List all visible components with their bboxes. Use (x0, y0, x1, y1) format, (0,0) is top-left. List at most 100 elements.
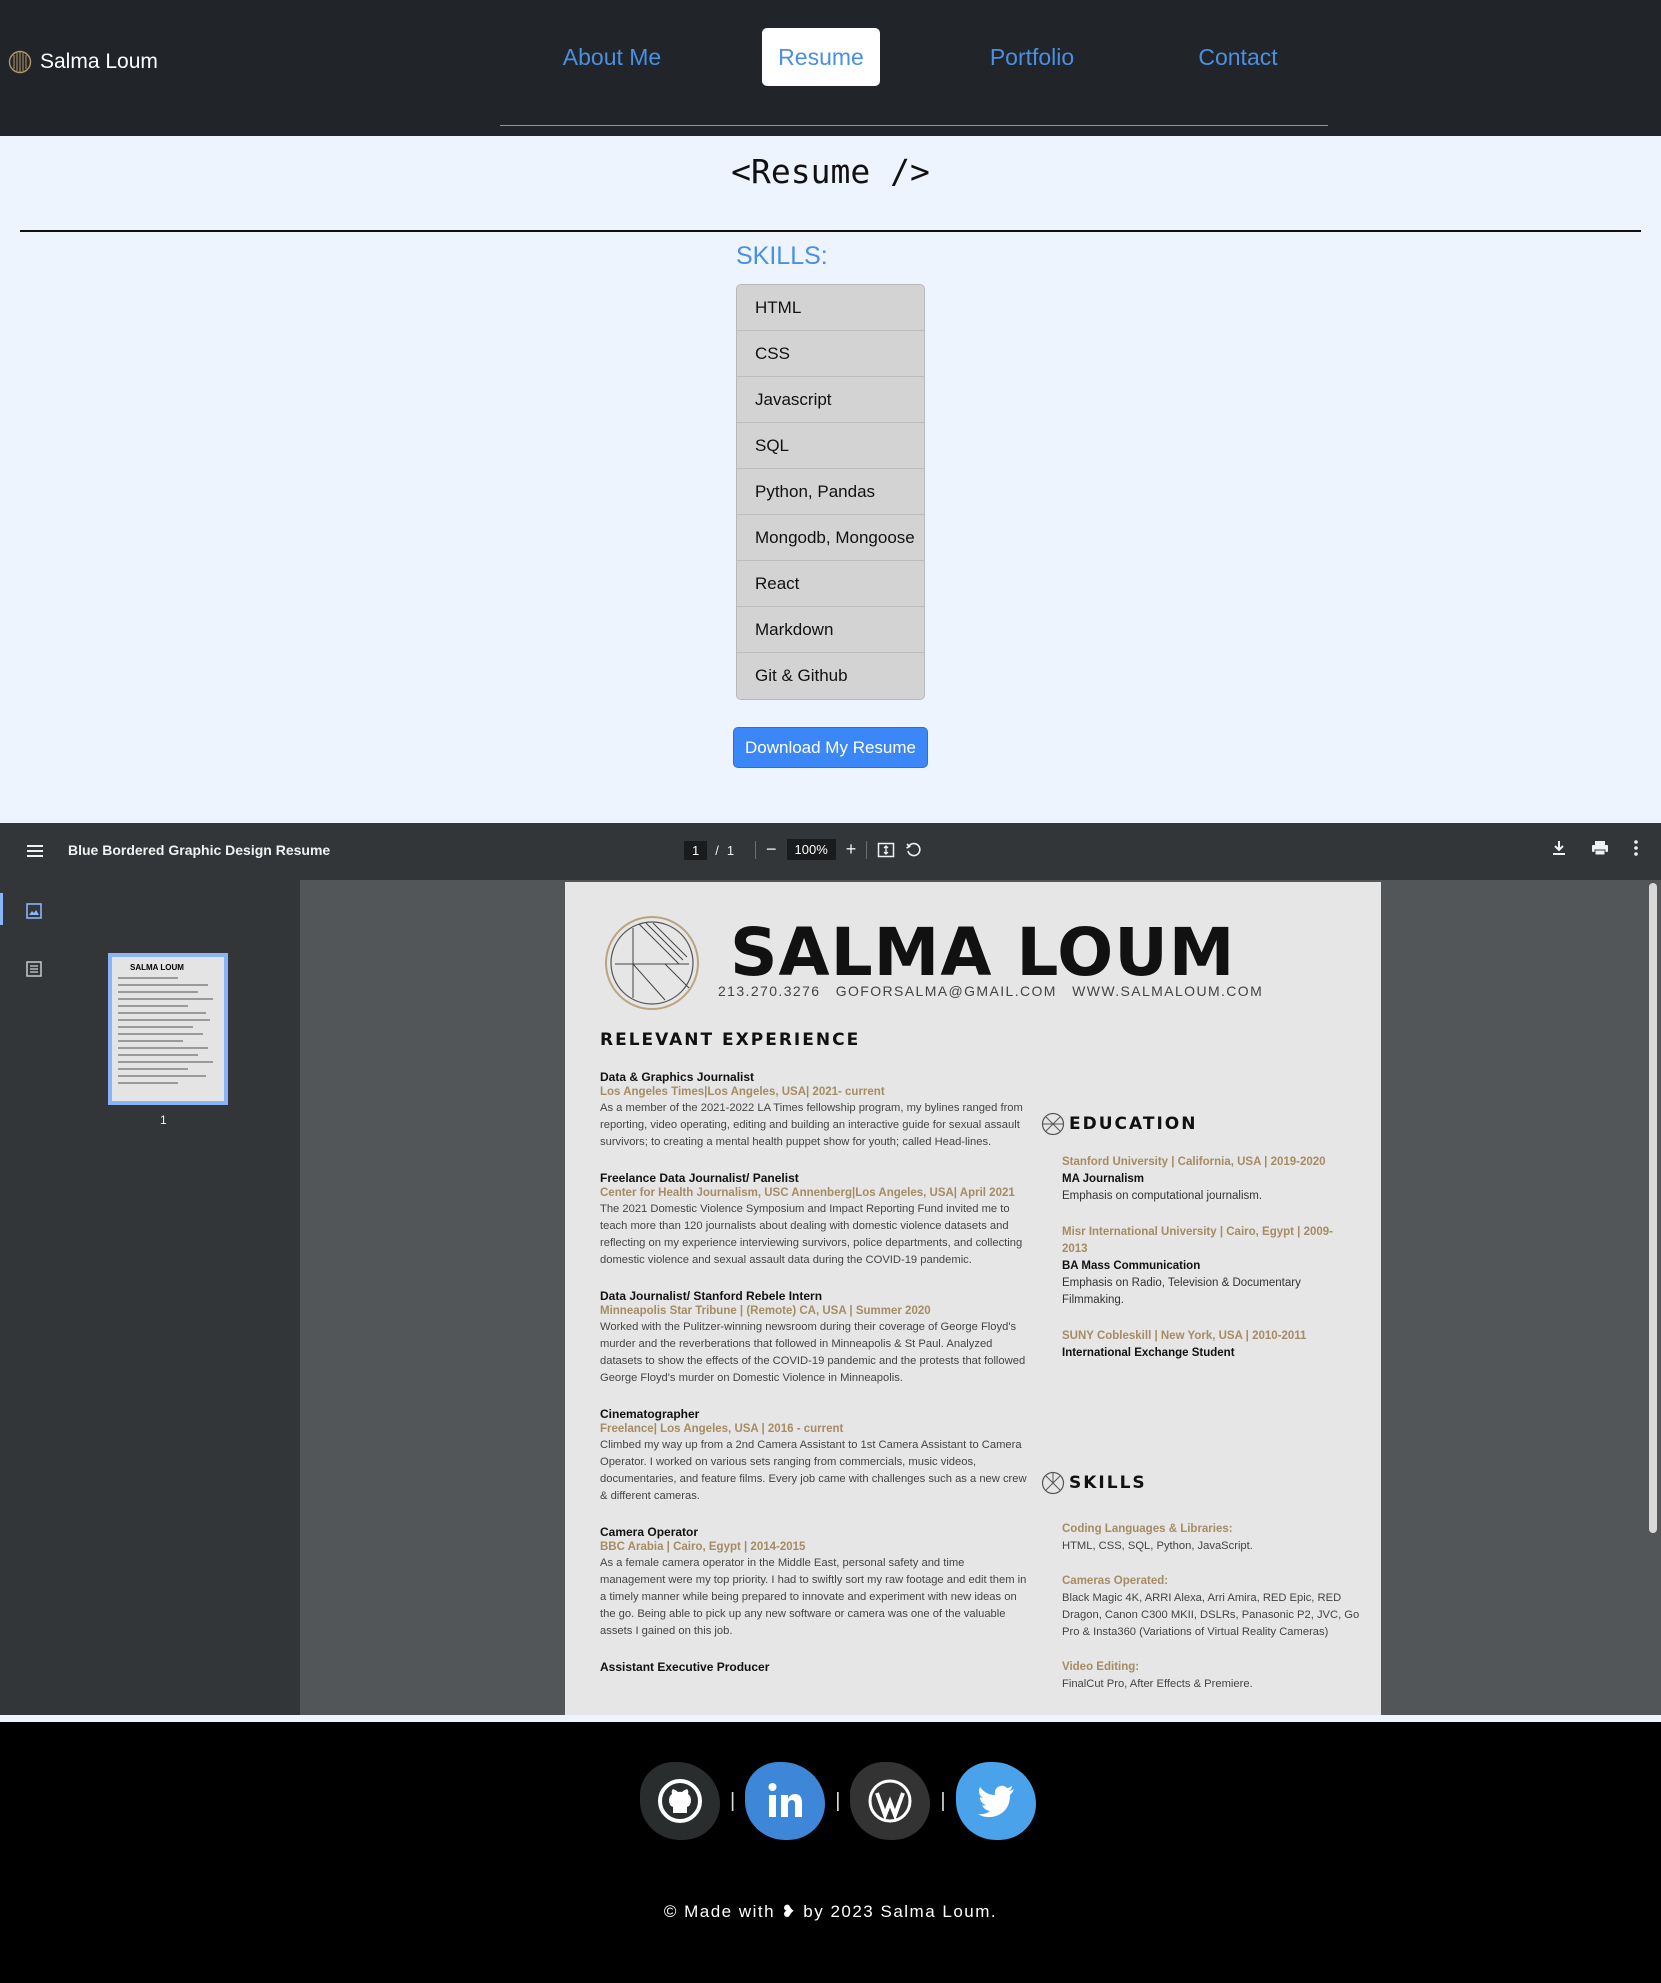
education-entry: Misr International University | Cairo, E… (1062, 1224, 1352, 1309)
skill-label: Cameras Operated: (1062, 1575, 1169, 1587)
github-glyph-icon (658, 1779, 702, 1823)
job-title: Assistant Executive Producer (600, 1660, 770, 1674)
education-heading-row: EDUCATION (1041, 1112, 1197, 1136)
rotate-icon[interactable] (905, 841, 923, 859)
job-title: Camera Operator (600, 1525, 699, 1539)
toolbar-separator (755, 840, 756, 859)
page-title: <Resume /> (731, 152, 930, 191)
pdf-viewer[interactable]: Blue Bordered Graphic Design Resume 1 / … (0, 823, 1661, 1715)
page-separator: / (715, 843, 719, 858)
wordpress-icon[interactable] (850, 1762, 931, 1840)
education-list: Stanford University | California, USA | … (1062, 1154, 1352, 1381)
title-divider (20, 230, 1641, 232)
site-header: Salma Loum About Me Resume Portfolio Con… (0, 0, 1661, 136)
copyright: © Made with ❥ by 2023 Salma Loum. (663, 1902, 998, 1921)
job-title: Data & Graphics Journalist (600, 1070, 755, 1084)
social-separator: | (730, 1789, 736, 1812)
nav-contact[interactable]: Contact (1180, 28, 1296, 86)
education-entry: SUNY Cobleskill | New York, USA | 2010-2… (1062, 1328, 1352, 1362)
more-vert-icon[interactable] (1633, 839, 1639, 857)
skill-label: Video Editing: (1062, 1661, 1140, 1673)
skill-block: Cameras Operated: Black Magic 4K, ARRI A… (1062, 1573, 1362, 1641)
twitter-icon[interactable] (955, 1762, 1036, 1840)
skill-item: Git & Github (755, 666, 848, 685)
pdf-document-title: Blue Bordered Graphic Design Resume (68, 842, 331, 858)
edu-degree: MA Journalism (1062, 1173, 1145, 1185)
edu-description: Emphasis on Radio, Television & Document… (1062, 1277, 1301, 1306)
nav-resume[interactable]: Resume (762, 28, 880, 86)
edu-school: SUNY Cobleskill | New York, USA | 2010-2… (1062, 1330, 1307, 1342)
skill-item: HTML (737, 285, 924, 331)
edu-description: Emphasis on computational journalism. (1062, 1190, 1263, 1202)
experience-heading: RELEVANT EXPERIENCE (600, 1030, 861, 1050)
thumbnail-line (118, 1054, 198, 1056)
education-heading: EDUCATION (1069, 1114, 1198, 1134)
brand-name: Salma Loum (40, 50, 158, 73)
menu-icon[interactable] (26, 841, 44, 861)
twitter-glyph-icon (977, 1785, 1014, 1818)
brand[interactable]: Salma Loum (8, 50, 158, 74)
skill-item: React (737, 561, 924, 607)
job-description: The 2021 Domestic Violence Symposium and… (600, 1203, 1023, 1266)
total-pages: 1 (726, 843, 735, 858)
social-links: | | | (640, 1762, 1036, 1840)
resume-name: SALMA LOUM (730, 914, 1236, 991)
print-icon[interactable] (1591, 839, 1609, 857)
image-icon[interactable] (25, 902, 43, 920)
skills-heading: SKILLS: (736, 242, 828, 270)
thumbnail-name: SALMA LOUM (130, 963, 184, 972)
download-icon[interactable] (1551, 839, 1567, 857)
skill-label: Coding Languages & Libraries: (1062, 1523, 1233, 1535)
job-description: Climbed my way up from a 2nd Camera Assi… (600, 1439, 1027, 1502)
pdf-scrollbar[interactable] (1649, 883, 1657, 1533)
github-icon[interactable] (640, 1762, 720, 1840)
edu-school: Misr International University | Cairo, E… (1062, 1226, 1334, 1255)
nav-about-me[interactable]: About Me (542, 28, 682, 86)
job-org: Los Angeles Times|Los Angeles, USA| 2021… (600, 1086, 885, 1098)
thumbnail-line (118, 1005, 188, 1007)
skill-text: FinalCut Pro, After Effects & Premiere. (1062, 1678, 1253, 1690)
job-description: As a female camera operator in the Middl… (600, 1557, 1027, 1637)
skill-item: SQL (737, 423, 924, 469)
resume-logo-icon (605, 916, 699, 1010)
skills-list: HTML CSS Javascript SQL Python, Pandas M… (736, 284, 925, 700)
current-page-input[interactable]: 1 (684, 841, 708, 860)
edu-degree: International Exchange Student (1062, 1347, 1235, 1359)
thumbnail-page-number: 1 (160, 1113, 167, 1127)
zoom-controls: − 100% + (755, 839, 923, 860)
thumbnail-line (118, 1082, 178, 1084)
linkedin-glyph-icon (768, 1783, 803, 1817)
thumbnail-line (118, 1047, 208, 1049)
job-org: BBC Arabia | Cairo, Egypt | 2014-2015 (600, 1541, 806, 1553)
download-resume-button[interactable]: Download My Resume (733, 727, 928, 768)
thumbnail-line (118, 984, 208, 986)
sidebar-active-indicator (0, 893, 3, 925)
main-nav: About Me Resume Portfolio Contact (500, 28, 1328, 88)
minus-icon[interactable]: − (766, 839, 777, 860)
job-org: Minneapolis Star Tribune | (Remote) CA, … (600, 1305, 931, 1317)
linkedin-icon[interactable] (745, 1762, 826, 1840)
education-entry: Stanford University | California, USA | … (1062, 1154, 1352, 1205)
page-thumbnail[interactable]: SALMA LOUM (108, 953, 228, 1105)
skills-section-icon (1041, 1471, 1065, 1495)
job-entry: Data Journalist/ Stanford Rebele Intern … (600, 1289, 1030, 1387)
thumbnail-line (118, 1019, 210, 1021)
thumbnail-line (118, 1040, 183, 1042)
pdf-sidebar: SALMA LOUM 1 (0, 880, 300, 1715)
resume-skills-list: Coding Languages & Libraries: HTML, CSS,… (1062, 1521, 1362, 1711)
skill-item: Javascript (737, 377, 924, 423)
plus-icon[interactable]: + (846, 839, 857, 860)
outline-icon[interactable] (25, 960, 43, 978)
skill-text: HTML, CSS, SQL, Python, JavaScript. (1062, 1540, 1253, 1552)
job-title: Data Journalist/ Stanford Rebele Intern (600, 1289, 823, 1303)
job-description: As a member of the 2021-2022 LA Times fe… (600, 1102, 1023, 1148)
zoom-level-input[interactable]: 100% (786, 839, 836, 860)
job-org: Freelance| Los Angeles, USA | 2016 - cur… (600, 1423, 844, 1435)
job-org: Center for Health Journalism, USC Annenb… (600, 1187, 1015, 1199)
page-indicator: 1 / 1 (684, 841, 734, 860)
thumbnail-line (118, 998, 213, 1000)
fit-page-icon[interactable] (877, 841, 895, 859)
edu-school: Stanford University | California, USA | … (1062, 1156, 1326, 1168)
thumbnail-line (118, 1033, 203, 1035)
nav-portfolio[interactable]: Portfolio (968, 28, 1096, 86)
